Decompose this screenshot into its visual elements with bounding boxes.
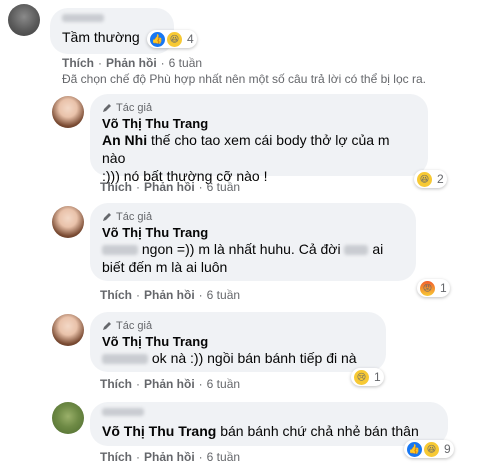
pen-icon xyxy=(103,104,111,112)
pen-icon xyxy=(103,322,111,330)
comment-actions: Thích · Phản hồi · 6 tuần xyxy=(62,56,202,70)
avatar[interactable] xyxy=(52,206,84,238)
comment-actions: Thích · Phản hồi · 6 tuần xyxy=(100,288,240,302)
like-button[interactable]: Thích xyxy=(100,377,132,391)
reaction-count: 1 xyxy=(440,281,447,295)
reply-button[interactable]: Phản hồi xyxy=(106,56,157,70)
avatar[interactable] xyxy=(8,4,40,36)
separator: · xyxy=(136,450,140,464)
blurred-mention xyxy=(102,354,148,365)
separator: · xyxy=(136,288,140,302)
comment-text: An Nhi thế cho tao xem cái body thở lợ c… xyxy=(102,132,390,166)
sad-icon: 😢 xyxy=(354,369,369,385)
like-button[interactable]: Thích xyxy=(62,56,94,70)
blurred-name xyxy=(344,245,369,256)
like-button[interactable]: Thích xyxy=(100,288,132,302)
reply-button[interactable]: Phản hồi xyxy=(144,288,195,302)
reactions-summary[interactable]: 😆 2 xyxy=(414,170,447,188)
separator: · xyxy=(136,377,140,391)
like-icon: 👍 xyxy=(150,31,165,47)
author-badge: Tác giả xyxy=(102,102,416,114)
reaction-count: 2 xyxy=(437,172,444,186)
timestamp[interactable]: 6 tuần xyxy=(207,180,240,194)
timestamp[interactable]: 6 tuần xyxy=(169,56,202,70)
blurred-author-name xyxy=(62,14,104,22)
like-icon: 👍 xyxy=(407,441,422,457)
separator: · xyxy=(198,288,203,302)
avatar[interactable] xyxy=(52,314,84,346)
reaction-count: 4 xyxy=(187,32,194,46)
timestamp[interactable]: 6 tuần xyxy=(207,450,240,464)
blurred-author-name xyxy=(102,408,144,416)
mention[interactable]: Võ Thị Thu Trang xyxy=(102,423,216,439)
blurred-mention xyxy=(102,245,138,256)
haha-icon: 😆 xyxy=(424,441,439,457)
filter-notice: Đã chọn chế độ Phù hợp nhất nên một số c… xyxy=(62,72,426,86)
like-button[interactable]: Thích xyxy=(100,450,132,464)
separator: · xyxy=(198,377,203,391)
author-badge: Tác giả xyxy=(102,211,404,223)
pen-icon xyxy=(103,213,111,221)
comment-bubble: Tác giả Võ Thị Thu Trang An Nhi thế cho … xyxy=(90,94,428,184)
reactions-summary[interactable]: 👍 😆 9 xyxy=(404,440,454,458)
separator: · xyxy=(98,56,102,70)
angry-icon: 😡 xyxy=(420,280,435,296)
reply-button[interactable]: Phản hồi xyxy=(144,180,195,194)
comment-bubble: Tác giả Võ Thị Thu Trang ngon =)) m là n… xyxy=(90,203,416,281)
timestamp[interactable]: 6 tuần xyxy=(207,288,240,302)
reply-button[interactable]: Phản hồi xyxy=(144,450,195,464)
comment-bubble: Võ Thị Thu Trang bán bánh chứ chả nhẻ bá… xyxy=(90,402,448,446)
reply-button[interactable]: Phản hồi xyxy=(144,377,195,391)
timestamp[interactable]: 6 tuần xyxy=(207,377,240,391)
separator: · xyxy=(136,180,140,194)
comment-actions: Thích · Phản hồi · 6 tuần xyxy=(100,377,240,391)
haha-icon: 😆 xyxy=(417,171,432,187)
author-name[interactable]: Võ Thị Thu Trang xyxy=(102,225,404,240)
author-name[interactable]: Võ Thị Thu Trang xyxy=(102,116,416,131)
comment-actions: Thích · Phản hồi · 6 tuần xyxy=(100,180,240,194)
comment-text: ok nà :)) ngồi bán bánh tiếp đi nà xyxy=(102,349,374,367)
comment-text-line2: biết đến m là ai luôn xyxy=(102,259,228,275)
haha-icon: 😆 xyxy=(167,31,182,47)
reactions-summary[interactable]: 👍 😆 4 xyxy=(147,30,197,48)
reactions-summary[interactable]: 😢 1 xyxy=(351,368,384,386)
separator: · xyxy=(198,450,203,464)
reaction-count: 9 xyxy=(444,442,451,456)
author-badge: Tác giả xyxy=(102,320,374,332)
separator: · xyxy=(160,56,165,70)
comment-bubble: Tác giả Võ Thị Thu Trang ok nà :)) ngồi … xyxy=(90,312,386,372)
reactions-summary[interactable]: 😡 1 xyxy=(417,279,450,297)
separator: · xyxy=(198,180,203,194)
comment-actions: Thích · Phản hồi · 6 tuần xyxy=(100,450,240,464)
comment-text: ngon =)) m là nhất huhu. Cả đời ai xyxy=(102,240,404,258)
comment-text: Võ Thị Thu Trang bán bánh chứ chả nhẻ bá… xyxy=(102,423,419,439)
avatar[interactable] xyxy=(52,96,84,128)
mention[interactable]: An Nhi xyxy=(102,132,147,148)
avatar[interactable] xyxy=(52,402,84,434)
author-name[interactable]: Võ Thị Thu Trang xyxy=(102,334,374,349)
like-button[interactable]: Thích xyxy=(100,180,132,194)
reaction-count: 1 xyxy=(374,370,381,384)
